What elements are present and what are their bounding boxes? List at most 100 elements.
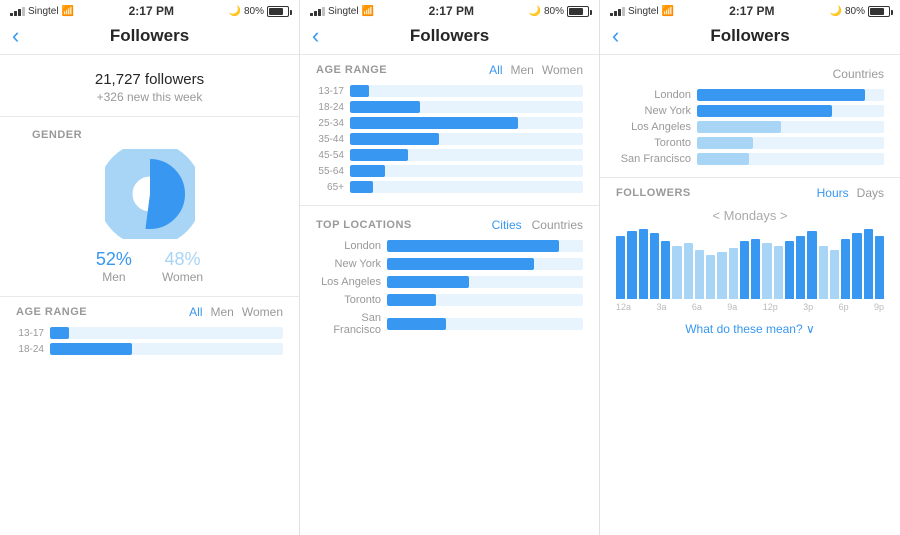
status-left-3: Singtel 📶 — [610, 6, 674, 17]
histogram-bar — [819, 246, 828, 299]
filter-all-2[interactable]: All — [489, 63, 502, 77]
battery-pct-2: 80% — [544, 6, 564, 17]
bar-label: 65+ — [316, 182, 344, 193]
nav-header-1: ‹ Followers — [0, 22, 299, 55]
location-row: London — [316, 240, 583, 252]
city-bars-3: London New York Los Angeles Toronto San … — [616, 89, 884, 165]
tab-hours[interactable]: Hours — [817, 186, 849, 200]
followers-summary: 21,727 followers +326 new this week — [0, 55, 299, 117]
histogram-bar — [864, 229, 873, 299]
location-bar-fill — [387, 276, 469, 288]
filter-women-1[interactable]: Women — [242, 305, 283, 319]
histogram-bar — [729, 248, 738, 299]
bar-track — [350, 101, 583, 113]
histogram-bar — [807, 231, 816, 299]
gender-men: 52% Men — [96, 249, 132, 284]
tab-days[interactable]: Days — [857, 186, 884, 200]
tab-countries[interactable]: Countries — [532, 218, 583, 232]
age-bars-2: 13-17 18-24 25-34 35-44 45-54 — [316, 85, 583, 193]
gender-label: GENDER — [16, 117, 283, 149]
wifi-icon-3: 📶 — [662, 6, 674, 17]
histogram-bar — [639, 229, 648, 299]
mondays-label: < Mondays > — [600, 204, 900, 229]
city-bar-row: London — [616, 89, 884, 101]
histogram-bar — [740, 241, 749, 299]
gender-women: 48% Women — [162, 249, 203, 284]
location-row: Los Angeles — [316, 276, 583, 288]
city-bar-track — [697, 137, 884, 149]
men-pct: 52% — [96, 249, 132, 270]
age-range-label-1: AGE RANGE — [16, 306, 87, 318]
moon-icon-2: 🌙 — [529, 6, 541, 17]
histogram-bar — [796, 236, 805, 299]
location-row: New York — [316, 258, 583, 270]
bar-label: 18-24 — [16, 344, 44, 355]
bar-row: 13-17 — [16, 327, 283, 339]
histogram-bar — [616, 236, 625, 299]
moon-icon-3: 🌙 — [830, 6, 842, 17]
battery-pct-1: 80% — [244, 6, 264, 17]
bar-track — [350, 117, 583, 129]
women-label: Women — [162, 270, 203, 284]
tab-countries-p3[interactable]: Countries — [833, 67, 884, 81]
battery-pct-3: 80% — [845, 6, 865, 17]
panel-1: Singtel 📶 2:17 PM 🌙 80% ‹ Followers 21,7… — [0, 0, 300, 535]
location-bars: London New York Los Angeles Toronto San … — [300, 240, 599, 358]
what-mean-link[interactable]: What do these mean? ∨ — [600, 318, 900, 344]
location-label: Los Angeles — [316, 276, 381, 288]
time-1: 2:17 PM — [129, 4, 174, 18]
age-filter-tabs-2: All Men Women — [489, 63, 583, 77]
filter-men-2[interactable]: Men — [511, 63, 534, 77]
filter-women-2[interactable]: Women — [542, 63, 583, 77]
histogram-bar — [875, 236, 884, 299]
bar-track — [50, 327, 283, 339]
men-label: Men — [96, 270, 132, 284]
age-range-header-2: AGE RANGE All Men Women — [316, 63, 583, 77]
histogram — [600, 229, 900, 299]
followers-section-label: FOLLOWERS — [616, 187, 691, 199]
city-bar-track — [697, 105, 884, 117]
status-right-2: 🌙 80% — [529, 6, 589, 17]
cities-countries-tabs: Countries — [833, 67, 884, 81]
city-name-label: New York — [616, 105, 691, 117]
battery-icon-2 — [567, 6, 589, 17]
city-name-label: London — [616, 89, 691, 101]
nav-header-2: ‹ Followers — [300, 22, 599, 55]
signal-dots-1 — [10, 7, 25, 16]
time-label: 9a — [727, 302, 737, 312]
back-button-2[interactable]: ‹ — [312, 25, 319, 47]
time-label: 3a — [656, 302, 666, 312]
filter-all-1[interactable]: All — [189, 305, 202, 319]
city-bar-row: San Francisco — [616, 153, 884, 165]
bar-label: 55-64 — [316, 166, 344, 177]
back-button-3[interactable]: ‹ — [612, 25, 619, 47]
histogram-bar — [706, 255, 715, 299]
location-bar-track — [387, 240, 583, 252]
bar-label: 35-44 — [316, 134, 344, 145]
histogram-bar — [830, 250, 839, 299]
battery-icon-1 — [267, 6, 289, 17]
bar-label: 25-34 — [316, 118, 344, 129]
bar-fill — [350, 133, 439, 145]
nav-header-3: ‹ Followers — [600, 22, 900, 55]
top-locations-header: TOP LOCATIONS Cities Countries — [300, 205, 599, 240]
filter-men-1[interactable]: Men — [211, 305, 234, 319]
city-bar-fill — [697, 121, 781, 133]
status-left-1: Singtel 📶 — [10, 6, 74, 17]
location-bar-track — [387, 276, 583, 288]
back-button-1[interactable]: ‹ — [12, 25, 19, 47]
status-right-1: 🌙 80% — [229, 6, 289, 17]
gender-labels: 52% Men 48% Women — [16, 249, 283, 284]
time-label: 3p — [803, 302, 813, 312]
histogram-bar — [852, 233, 861, 299]
tab-cities[interactable]: Cities — [492, 218, 522, 232]
status-right-3: 🌙 80% — [830, 6, 890, 17]
time-label: 6a — [692, 302, 702, 312]
bar-row: 25-34 — [316, 117, 583, 129]
location-bar-track — [387, 294, 583, 306]
location-label: Toronto — [316, 294, 381, 306]
location-bar-track — [387, 258, 583, 270]
location-label: San Francisco — [316, 312, 381, 336]
carrier-1: Singtel — [28, 6, 59, 17]
time-label: 9p — [874, 302, 884, 312]
